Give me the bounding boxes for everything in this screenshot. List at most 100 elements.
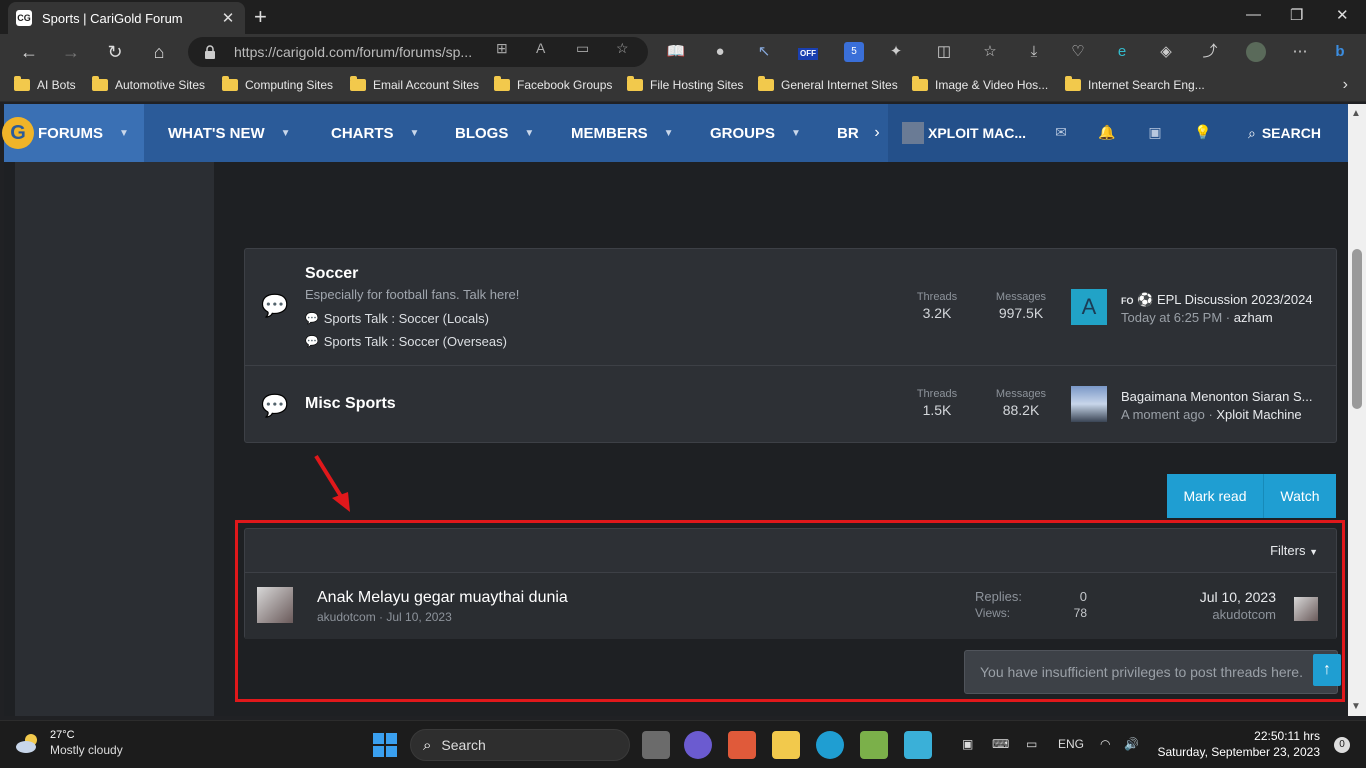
language-indicator[interactable]: ENG xyxy=(1058,737,1084,751)
avatar[interactable]: A xyxy=(1071,289,1107,325)
search-button[interactable]: ⌕ SEARCH xyxy=(1248,104,1321,162)
subforum-link[interactable]: 💬 Sports Talk : Soccer (Overseas) xyxy=(305,334,507,349)
bookmark-folder[interactable]: Internet Search Eng... xyxy=(1065,76,1205,92)
more-menu-icon[interactable]: ⋯ xyxy=(1290,42,1310,62)
nav-whats-new[interactable]: WHAT'S NEW ▼ xyxy=(168,104,291,162)
app-available-icon[interactable]: ⊞ xyxy=(496,40,508,57)
minimize-icon[interactable]: — xyxy=(1246,6,1261,23)
last-post-user[interactable]: Xploit Machine xyxy=(1216,407,1301,422)
taskbar-search[interactable]: ⌕ Search xyxy=(410,729,630,761)
extensions-puzzle-icon[interactable]: ✦ xyxy=(886,42,906,62)
maximize-icon[interactable]: ❐ xyxy=(1290,6,1303,24)
bookmark-folder[interactable]: Computing Sites xyxy=(222,76,333,92)
bell-icon[interactable]: 🔔 xyxy=(1098,124,1116,142)
subforum-link[interactable]: 💬 Sports Talk : Soccer (Locals) xyxy=(305,311,489,326)
favorite-star-icon[interactable]: ☆ xyxy=(616,40,629,57)
browser-tab-active[interactable]: CG Sports | CariGold Forum ✕ xyxy=(8,2,245,34)
browser-essentials-icon[interactable]: ◈ xyxy=(1156,42,1176,62)
share-icon[interactable]: ⤴ xyxy=(1200,42,1220,62)
reader-extension-icon[interactable]: 📖 xyxy=(666,42,686,62)
nav-charts[interactable]: CHARTS ▼ xyxy=(331,104,419,162)
node-title[interactable]: Soccer xyxy=(305,265,358,283)
profile-avatar-icon[interactable] xyxy=(1246,42,1266,62)
nav-truncated-item[interactable]: BR xyxy=(837,104,865,162)
nav-scroll-right-icon[interactable]: › xyxy=(866,104,888,162)
mark-read-button[interactable]: Mark read xyxy=(1167,474,1264,518)
stat-label: Threads xyxy=(916,291,958,303)
chevron-down-icon[interactable]: ▼ xyxy=(119,128,129,139)
favorites-icon[interactable]: ☆ xyxy=(980,42,1000,62)
nav-forums[interactable]: G FORUMS ▼ xyxy=(2,104,144,162)
weather-widget[interactable]: 27°C Mostly cloudy xyxy=(14,729,123,757)
read-aloud-icon[interactable]: A xyxy=(536,40,545,56)
user-menu[interactable]: XPLOIT MAC... xyxy=(902,104,1026,162)
bookmark-folder[interactable]: Automotive Sites xyxy=(92,76,205,92)
bookmark-folder[interactable]: Image & Video Hos... xyxy=(912,76,1048,92)
inbox-icon[interactable]: ✉ xyxy=(1052,124,1070,142)
clock[interactable]: 22:50:11 hrs Saturday, September 23, 202… xyxy=(1157,728,1320,760)
wifi-icon[interactable]: ◠ xyxy=(1100,737,1110,751)
bookmark-folder[interactable]: File Hosting Sites xyxy=(627,76,743,92)
notification-badge[interactable]: 0 xyxy=(1334,737,1350,753)
notepad-icon[interactable] xyxy=(904,731,932,759)
node-title[interactable]: Misc Sports xyxy=(305,395,396,413)
cursor-extension-icon[interactable]: ↖ xyxy=(754,42,774,62)
last-post-title[interactable]: Bagaimana Menonton Siaran S... xyxy=(1121,389,1321,404)
edge-browser-icon[interactable] xyxy=(816,731,844,759)
watch-button[interactable]: Watch xyxy=(1264,474,1336,518)
chevron-down-icon[interactable]: ▼ xyxy=(281,128,291,139)
page-scrollbar[interactable]: ▲ ▼ xyxy=(1348,104,1366,716)
extension-icon[interactable]: ● xyxy=(710,42,730,62)
chevron-down-icon[interactable]: ▼ xyxy=(791,128,801,139)
bookmark-folder[interactable]: AI Bots xyxy=(14,76,76,92)
chevron-down-icon[interactable]: ▼ xyxy=(410,128,420,139)
off-badge-extension-icon[interactable]: OFF xyxy=(798,48,818,60)
bookmark-label: General Internet Sites xyxy=(781,78,898,92)
store-icon[interactable] xyxy=(728,731,756,759)
scroll-up-icon[interactable]: ▲ xyxy=(1351,108,1361,119)
last-post-user[interactable]: azham xyxy=(1234,310,1273,325)
file-explorer-icon[interactable] xyxy=(772,731,800,759)
performance-icon[interactable]: ♡ xyxy=(1068,42,1088,62)
chevron-down-icon[interactable]: ▼ xyxy=(524,128,534,139)
avatar[interactable] xyxy=(1071,386,1107,422)
split-screen-icon[interactable]: ◫ xyxy=(934,42,954,62)
display-icon[interactable]: ▭ xyxy=(1026,737,1037,751)
bookmark-folder[interactable]: Facebook Groups xyxy=(494,76,612,92)
windows-start-icon[interactable] xyxy=(373,733,397,757)
immersive-reader-icon[interactable]: ▭ xyxy=(576,40,589,57)
money-icon[interactable]: ▣ xyxy=(1146,124,1164,142)
bookmark-folder[interactable]: General Internet Sites xyxy=(758,76,898,92)
lock-icon xyxy=(205,45,215,59)
nav-label: MEMBERS xyxy=(571,124,648,142)
scrollbar-thumb[interactable] xyxy=(1352,249,1362,409)
new-tab-icon[interactable]: + xyxy=(254,4,267,30)
bookmarks-overflow-icon[interactable]: › xyxy=(1343,76,1348,94)
volume-icon[interactable]: 🔊 xyxy=(1124,737,1139,751)
nav-blogs[interactable]: BLOGS ▼ xyxy=(455,104,534,162)
bookmark-folder[interactable]: Email Account Sites xyxy=(350,76,479,92)
counter-extension-icon[interactable]: 5 xyxy=(844,42,864,62)
chevron-down-icon[interactable]: ▼ xyxy=(664,128,674,139)
home-icon[interactable]: ⌂ xyxy=(148,41,170,63)
bing-copilot-icon[interactable]: b xyxy=(1330,42,1350,62)
close-window-icon[interactable]: ✕ xyxy=(1336,6,1349,24)
nav-members[interactable]: MEMBERS ▼ xyxy=(571,104,674,162)
lightbulb-icon[interactable]: 💡 xyxy=(1194,124,1212,142)
last-post-title[interactable]: FO ⚽ EPL Discussion 2023/2024 xyxy=(1121,292,1321,308)
edge-extension-icon[interactable]: e xyxy=(1112,42,1132,62)
search-icon: ⌕ xyxy=(1248,124,1256,141)
keyboard-icon[interactable]: ⌨ xyxy=(992,737,1009,751)
teams-icon[interactable] xyxy=(684,731,712,759)
nav-groups[interactable]: GROUPS ▼ xyxy=(710,104,801,162)
downloads-icon[interactable]: ⤓ xyxy=(1024,42,1044,62)
tray-app-icon[interactable]: ▣ xyxy=(962,737,973,751)
task-view-icon[interactable] xyxy=(642,731,670,759)
back-icon[interactable]: ← xyxy=(18,41,40,63)
scroll-down-icon[interactable]: ▼ xyxy=(1351,701,1361,712)
close-tab-icon[interactable]: ✕ xyxy=(219,9,237,27)
last-post: Bagaimana Menonton Siaran S... A moment … xyxy=(1071,386,1331,426)
notepad-plus-icon[interactable] xyxy=(860,731,888,759)
refresh-icon[interactable]: ↻ xyxy=(104,41,126,63)
forward-icon[interactable]: → xyxy=(60,41,82,63)
